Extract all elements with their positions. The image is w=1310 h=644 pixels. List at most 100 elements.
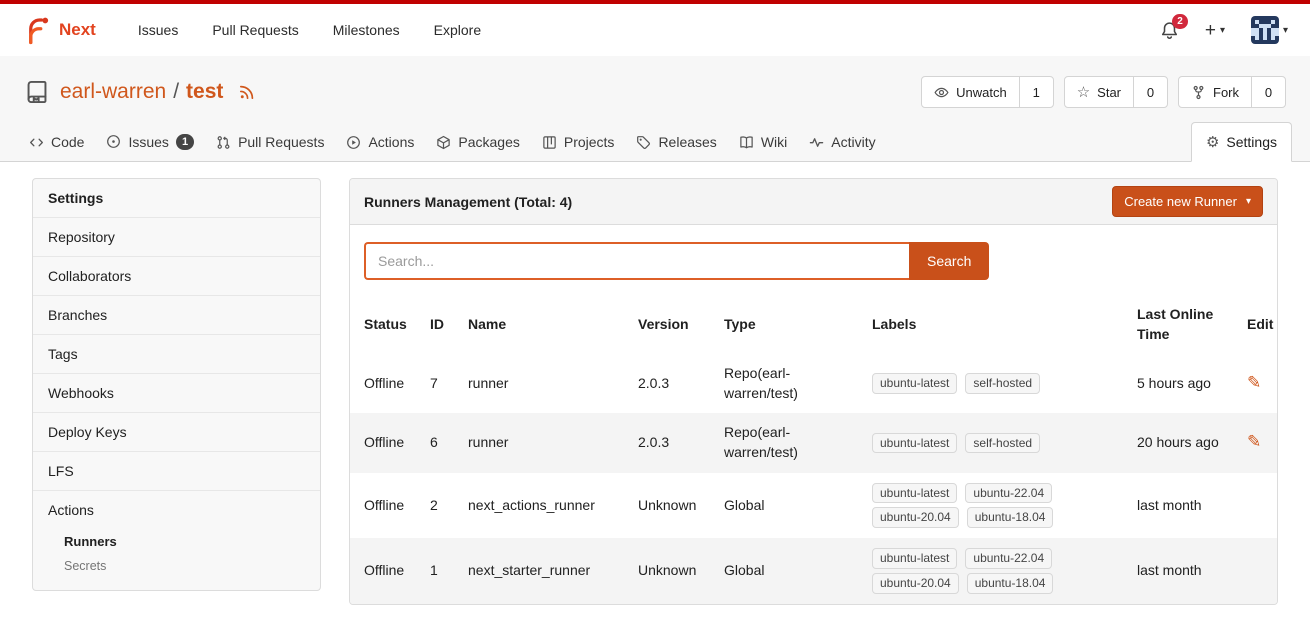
tab-label: Activity: [831, 134, 875, 150]
fork-button[interactable]: Fork: [1179, 77, 1251, 107]
notification-count-badge: 2: [1172, 14, 1188, 29]
sidebar-item-deploy-keys[interactable]: Deploy Keys: [33, 412, 320, 451]
top-navbar: Next Issues Pull Requests Milestones Exp…: [0, 4, 1310, 56]
search-input[interactable]: [364, 242, 909, 280]
fork-icon: [1191, 85, 1206, 100]
fork-count[interactable]: 0: [1251, 77, 1285, 107]
nav-link-milestones[interactable]: Milestones: [333, 22, 400, 38]
sidebar-item-secrets[interactable]: Secrets: [33, 554, 320, 578]
tab-settings[interactable]: ⚙ Settings: [1191, 122, 1292, 162]
star-button-group: ☆ Star 0: [1064, 76, 1168, 108]
runner-labels: ubuntu-latest self-hosted: [872, 433, 1077, 454]
col-header-name: Name: [458, 295, 628, 354]
tab-releases[interactable]: Releases: [625, 123, 727, 161]
runner-status: Offline: [350, 413, 420, 472]
tab-wiki[interactable]: Wiki: [728, 123, 798, 161]
label-chip: ubuntu-18.04: [967, 573, 1054, 594]
runner-labels: ubuntu-latest ubuntu-22.04 ubuntu-20.04 …: [872, 483, 1077, 529]
label-chip: ubuntu-18.04: [967, 507, 1054, 528]
runner-version: 2.0.3: [628, 413, 714, 472]
runner-name: runner: [458, 354, 628, 413]
runner-last-online: last month: [1127, 538, 1237, 604]
repo-tab-bar: Code Issues 1 Pull Requests Actions: [0, 122, 1310, 162]
user-menu-dropdown[interactable]: ▾: [1251, 16, 1288, 44]
sidebar-actions-children: Runners Secrets: [33, 529, 320, 590]
tab-label: Wiki: [761, 134, 787, 150]
rss-feed-icon[interactable]: [238, 83, 256, 101]
table-row: Offline 1 next_starter_runner Unknown Gl…: [350, 538, 1277, 604]
tab-label: Code: [51, 134, 84, 150]
settings-sidebar: Settings Repository Collaborators Branch…: [32, 178, 321, 591]
avatar: [1251, 16, 1279, 44]
label-chip: ubuntu-20.04: [872, 573, 959, 594]
col-header-status: Status: [350, 295, 420, 354]
sidebar-item-branches[interactable]: Branches: [33, 295, 320, 334]
tab-projects[interactable]: Projects: [531, 123, 626, 161]
tab-label: Actions: [368, 134, 414, 150]
runner-version: Unknown: [628, 473, 714, 539]
issue-icon: [106, 134, 121, 149]
runner-labels: ubuntu-latest ubuntu-22.04 ubuntu-20.04 …: [872, 548, 1077, 594]
create-new-dropdown[interactable]: + ▾: [1205, 21, 1225, 40]
sidebar-item-tags[interactable]: Tags: [33, 334, 320, 373]
runner-name: next_actions_runner: [458, 473, 628, 539]
runner-last-online: 5 hours ago: [1127, 354, 1237, 413]
tab-label: Projects: [564, 134, 615, 150]
runner-name: runner: [458, 413, 628, 472]
runner-version: 2.0.3: [628, 354, 714, 413]
star-label: Star: [1097, 85, 1121, 100]
notifications-button[interactable]: 2: [1160, 21, 1179, 40]
pull-request-icon: [216, 135, 231, 150]
sidebar-item-repository[interactable]: Repository: [33, 217, 320, 256]
runner-last-online: last month: [1127, 473, 1237, 539]
gear-icon: ⚙: [1206, 135, 1219, 150]
runner-id: 6: [420, 413, 458, 472]
table-row: Offline 6 runner 2.0.3 Repo(earl-warren/…: [350, 413, 1277, 472]
navbar-links: Issues Pull Requests Milestones Explore: [138, 22, 481, 38]
label-chip: self-hosted: [965, 433, 1040, 454]
sidebar-item-actions[interactable]: Actions: [33, 490, 320, 529]
edit-runner-button[interactable]: ✎: [1247, 373, 1261, 392]
tab-label: Pull Requests: [238, 134, 324, 150]
unwatch-button[interactable]: Unwatch: [922, 77, 1019, 107]
runner-version: Unknown: [628, 538, 714, 604]
table-row: Offline 2 next_actions_runner Unknown Gl…: [350, 473, 1277, 539]
runner-last-online: 20 hours ago: [1127, 413, 1237, 472]
sidebar-item-webhooks[interactable]: Webhooks: [33, 373, 320, 412]
tab-label: Settings: [1226, 134, 1277, 150]
label-chip: ubuntu-latest: [872, 373, 957, 394]
star-count[interactable]: 0: [1133, 77, 1167, 107]
tab-label: Issues: [128, 134, 168, 150]
sidebar-item-collaborators[interactable]: Collaborators: [33, 256, 320, 295]
navbar-right-cluster: 2 + ▾ ▾: [1160, 16, 1288, 44]
tab-issues[interactable]: Issues 1: [95, 123, 205, 161]
search-button[interactable]: Search: [909, 242, 989, 280]
tab-label: Releases: [658, 134, 716, 150]
star-button[interactable]: ☆ Star: [1065, 77, 1133, 107]
tab-code[interactable]: Code: [18, 123, 95, 161]
col-header-edit: Edit: [1237, 295, 1277, 354]
forgejo-logo-home-link[interactable]: Next: [22, 15, 96, 45]
fork-label: Fork: [1213, 85, 1239, 100]
nav-link-pull-requests[interactable]: Pull Requests: [212, 22, 298, 38]
runner-id: 1: [420, 538, 458, 604]
label-chip: ubuntu-latest: [872, 548, 957, 569]
tab-pull-requests[interactable]: Pull Requests: [205, 123, 335, 161]
repo-owner-link[interactable]: earl-warren: [60, 80, 166, 104]
create-new-runner-button[interactable]: Create new Runner ▾: [1112, 186, 1263, 217]
sidebar-item-lfs[interactable]: LFS: [33, 451, 320, 490]
sidebar-item-runners[interactable]: Runners: [33, 529, 320, 554]
repo-breadcrumb: earl-warren / test: [60, 80, 256, 104]
tab-activity[interactable]: Activity: [798, 123, 886, 161]
watch-count[interactable]: 1: [1019, 77, 1053, 107]
nav-link-explore[interactable]: Explore: [434, 22, 481, 38]
main-content: Settings Repository Collaborators Branch…: [0, 162, 1310, 621]
tab-actions[interactable]: Actions: [335, 123, 425, 161]
col-header-last-online: Last Online Time: [1127, 295, 1237, 354]
nav-link-issues[interactable]: Issues: [138, 22, 178, 38]
runner-id: 2: [420, 473, 458, 539]
tab-packages[interactable]: Packages: [425, 123, 530, 161]
fork-button-group: Fork 0: [1178, 76, 1286, 108]
repo-name-link[interactable]: test: [186, 80, 223, 104]
edit-runner-button[interactable]: ✎: [1247, 432, 1261, 451]
